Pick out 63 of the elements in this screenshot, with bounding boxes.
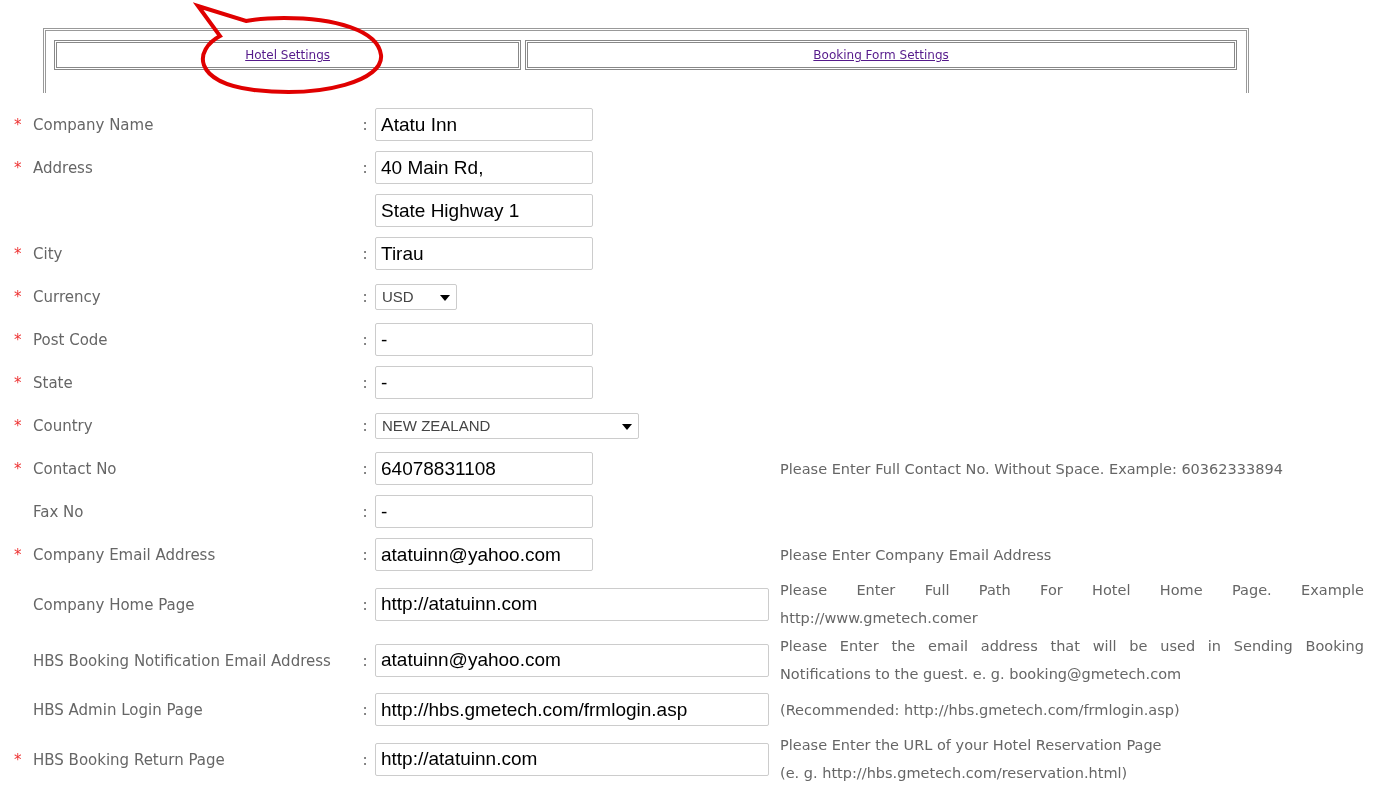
field-label: Currency xyxy=(33,288,101,306)
text-field[interactable]: http://hbs.gmetech.com/frmlogin.asp xyxy=(375,693,769,726)
text-field[interactable]: atatuinn@yahoo.com xyxy=(375,643,769,677)
field-label: HBS Booking Return Page xyxy=(33,750,225,769)
required-mark: * xyxy=(14,159,22,177)
text-field[interactable]: State Highway 1 xyxy=(375,194,593,227)
text-field[interactable]: http://atatuinn.com xyxy=(375,742,769,776)
text-field[interactable]: atatuinn@yahoo.com xyxy=(375,538,593,571)
hint-text: Please Enter Full Path For Hotel Home Page. Example http://www.gmetech.comer xyxy=(780,582,1364,626)
required-mark: * xyxy=(14,288,22,306)
field-label: Address xyxy=(33,159,93,177)
text-field[interactable]: 64078831108 xyxy=(375,452,593,485)
field-label: State xyxy=(33,374,73,392)
colon: : xyxy=(362,460,368,478)
text-field[interactable]: http://atatuinn.com xyxy=(375,587,769,621)
required-mark: * xyxy=(14,374,22,392)
hint-text: Please Enter the URL of your Hotel Reservation Page (e. g. http://hbs.gmetech.com/reservation.html) xyxy=(780,737,1162,781)
colon: : xyxy=(362,331,368,349)
field-label: City xyxy=(33,245,63,263)
field-label: Company Home Page xyxy=(33,595,195,614)
hint-text: Please Enter Company Email Address xyxy=(780,546,1052,563)
field-label: HBS Booking Notification Email Address xyxy=(33,651,331,670)
text-field[interactable]: - xyxy=(375,323,593,356)
colon: : xyxy=(362,595,368,614)
hint-text: (Recommended: http://hbs.gmetech.com/frmlogin.asp) xyxy=(780,701,1180,718)
colon: : xyxy=(362,288,368,306)
text-field[interactable]: Tirau xyxy=(375,237,593,270)
hint-text: Please Enter Full Contact No. Without Space. Example: 60362333894 xyxy=(780,460,1283,477)
required-mark: * xyxy=(14,245,22,263)
field-label: Country xyxy=(33,417,93,435)
field-label: Company Name xyxy=(33,116,154,134)
tab-link[interactable]: Hotel Settings xyxy=(245,48,330,62)
required-mark: * xyxy=(14,460,22,478)
field-label: Company Email Address xyxy=(33,546,216,564)
field-label: Post Code xyxy=(33,331,108,349)
field-label: Fax No xyxy=(33,503,84,521)
caret-icon xyxy=(440,295,450,301)
colon: : xyxy=(362,116,368,134)
required-mark: * xyxy=(14,417,22,435)
caret-icon xyxy=(622,424,632,430)
text-field[interactable]: 40 Main Rd, xyxy=(375,151,593,184)
colon: : xyxy=(362,701,368,719)
tab-link[interactable]: Booking Form Settings xyxy=(813,48,949,62)
colon: : xyxy=(362,159,368,177)
field-label: HBS Admin Login Page xyxy=(33,701,203,719)
colon: : xyxy=(362,374,368,392)
colon: : xyxy=(362,651,368,670)
dropdown[interactable]: NEW ZEALAND xyxy=(375,412,639,439)
text-field[interactable]: - xyxy=(375,495,593,528)
required-mark: * xyxy=(14,750,22,769)
text-field[interactable]: - xyxy=(375,366,593,399)
colon: : xyxy=(362,546,368,564)
text-field[interactable]: Atatu Inn xyxy=(375,108,593,141)
dropdown[interactable]: USD xyxy=(375,283,457,310)
required-mark: * xyxy=(14,331,22,349)
colon: : xyxy=(362,503,368,521)
colon: : xyxy=(362,245,368,263)
colon: : xyxy=(362,417,368,435)
colon: : xyxy=(362,750,368,769)
required-mark: * xyxy=(14,546,22,564)
field-label: Contact No xyxy=(33,460,117,478)
hint-text: Please Enter the email address that will be used in Sending Booking Notifications to the guest. e. g. booking@gmetech.com xyxy=(780,638,1364,682)
required-mark: * xyxy=(14,116,22,134)
